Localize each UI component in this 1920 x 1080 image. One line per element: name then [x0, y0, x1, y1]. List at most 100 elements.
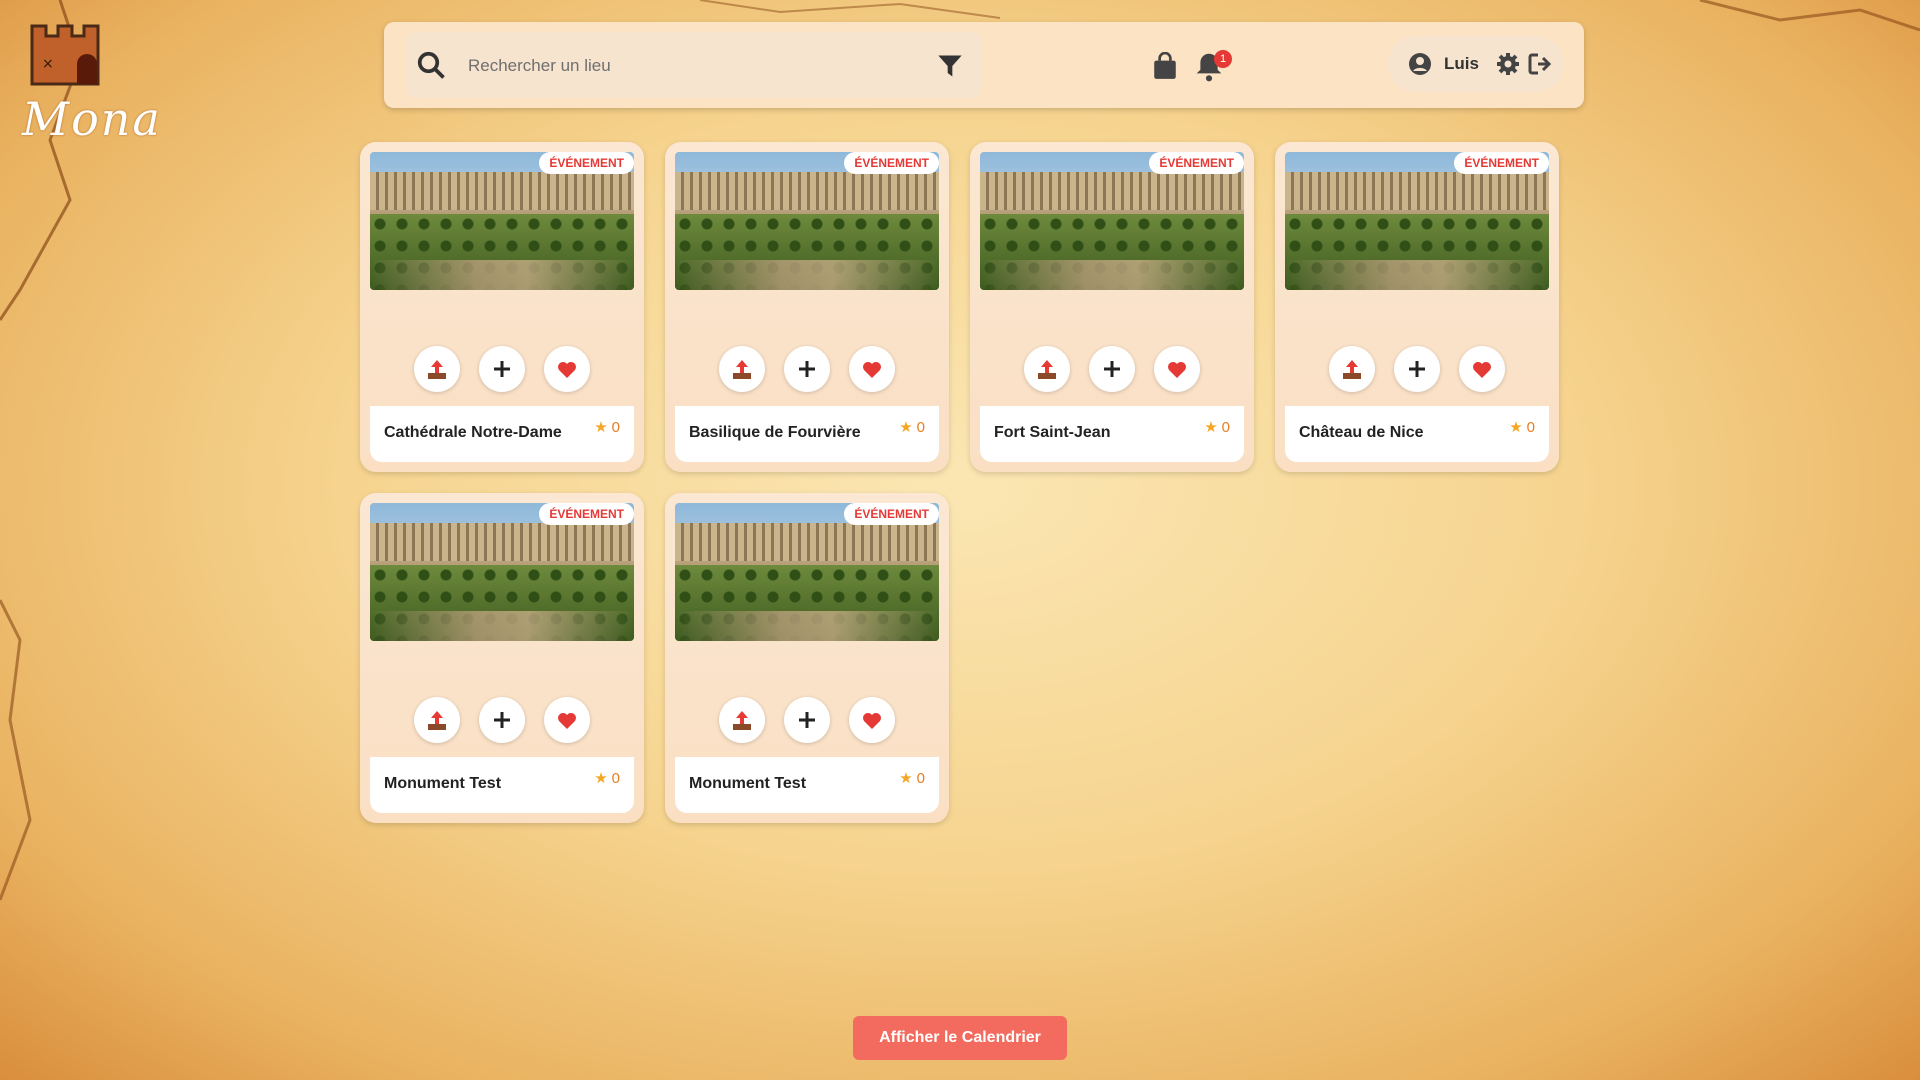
event-tag: ÉVÉNEMENT [844, 503, 939, 525]
card-info: Basilique de Fourvière ★ 0 [675, 406, 939, 462]
user-icon[interactable] [1408, 52, 1432, 76]
card-info: Monument Test ★ 0 [675, 757, 939, 813]
app-logo-text: Mona [22, 92, 162, 146]
monument-card[interactable]: ÉVÉNEMENT Cathédrale Notre-Dame ★ 0 [360, 142, 644, 472]
rating-value: 0 [1221, 419, 1230, 436]
star-icon: ★ [594, 419, 608, 436]
add-button[interactable] [784, 346, 830, 392]
event-tag: ÉVÉNEMENT [844, 152, 939, 174]
add-button[interactable] [784, 697, 830, 743]
heart-icon [863, 362, 881, 378]
upload-icon [1038, 360, 1056, 379]
favorite-button[interactable] [1154, 346, 1200, 392]
favorite-button[interactable] [544, 346, 590, 392]
event-tag: ÉVÉNEMENT [1454, 152, 1549, 174]
heart-icon [558, 713, 576, 729]
event-tag: ÉVÉNEMENT [1149, 152, 1244, 174]
heart-icon [863, 713, 881, 729]
monument-title: Château de Nice [1299, 424, 1424, 441]
header-bar: 1 Luis [384, 22, 1584, 108]
card-info: Fort Saint-Jean ★ 0 [980, 406, 1244, 462]
rating: ★ 0 [899, 769, 925, 787]
user-menu: Luis [1388, 36, 1564, 92]
monument-card[interactable]: ÉVÉNEMENT Monument Test ★ 0 [665, 493, 949, 823]
card-actions [1024, 346, 1200, 392]
card-actions [719, 346, 895, 392]
card-info: Cathédrale Notre-Dame ★ 0 [370, 406, 634, 462]
rating: ★ 0 [1204, 418, 1230, 436]
favorite-button[interactable] [1459, 346, 1505, 392]
rating-value: 0 [611, 770, 620, 787]
upload-icon [1343, 360, 1361, 379]
rating: ★ 0 [594, 418, 620, 436]
share-button[interactable] [414, 697, 460, 743]
bag-icon[interactable] [1152, 52, 1178, 80]
logout-icon[interactable] [1528, 52, 1554, 76]
show-calendar-button[interactable]: Afficher le Calendrier [853, 1016, 1067, 1060]
filter-icon[interactable] [936, 52, 964, 80]
heart-icon [1168, 362, 1186, 378]
background-crack-left [0, 0, 82, 901]
monument-title: Cathédrale Notre-Dame [384, 424, 562, 441]
heart-icon [558, 362, 576, 378]
star-icon: ★ [899, 419, 913, 436]
plus-icon [799, 712, 815, 728]
svg-text:×: × [42, 56, 54, 72]
share-button[interactable] [1024, 346, 1070, 392]
card-actions [414, 346, 590, 392]
card-info: Monument Test ★ 0 [370, 757, 634, 813]
search-icon[interactable] [416, 50, 446, 80]
share-button[interactable] [414, 346, 460, 392]
card-actions [414, 697, 590, 743]
upload-icon [733, 360, 751, 379]
monument-card[interactable]: ÉVÉNEMENT Fort Saint-Jean ★ 0 [970, 142, 1254, 472]
add-button[interactable] [1394, 346, 1440, 392]
share-button[interactable] [1329, 346, 1375, 392]
share-button[interactable] [719, 697, 765, 743]
heart-icon [1473, 362, 1491, 378]
rating: ★ 0 [594, 769, 620, 787]
monument-title: Fort Saint-Jean [994, 424, 1111, 441]
add-button[interactable] [479, 697, 525, 743]
star-icon: ★ [594, 770, 608, 787]
plus-icon [1104, 361, 1120, 377]
rating-value: 0 [611, 419, 620, 436]
add-button[interactable] [1089, 346, 1135, 392]
plus-icon [1409, 361, 1425, 377]
monument-card[interactable]: ÉVÉNEMENT Château de Nice ★ 0 [1275, 142, 1559, 472]
rating-value: 0 [916, 419, 925, 436]
add-button[interactable] [479, 346, 525, 392]
user-name[interactable]: Luis [1444, 54, 1479, 74]
favorite-button[interactable] [544, 697, 590, 743]
notification-badge: 1 [1214, 50, 1232, 68]
upload-icon [733, 711, 751, 730]
star-icon: ★ [899, 770, 913, 787]
search-box [406, 32, 982, 98]
favorite-button[interactable] [849, 697, 895, 743]
card-actions [719, 697, 895, 743]
monument-title: Monument Test [384, 775, 502, 792]
rating-value: 0 [1526, 419, 1535, 436]
rating-value: 0 [916, 770, 925, 787]
monument-card[interactable]: ÉVÉNEMENT Basilique de Fourvière ★ 0 [665, 142, 949, 472]
gear-icon[interactable] [1496, 52, 1520, 76]
plus-icon [799, 361, 815, 377]
upload-icon [428, 360, 446, 379]
search-input[interactable] [466, 50, 910, 82]
favorite-button[interactable] [849, 346, 895, 392]
upload-icon [428, 711, 446, 730]
rating: ★ 0 [899, 418, 925, 436]
star-icon: ★ [1509, 419, 1523, 436]
star-icon: ★ [1204, 419, 1218, 436]
monument-card[interactable]: ÉVÉNEMENT Monument Test ★ 0 [360, 493, 644, 823]
event-tag: ÉVÉNEMENT [539, 503, 634, 525]
card-actions [1329, 346, 1505, 392]
plus-icon [494, 361, 510, 377]
monument-title: Monument Test [689, 775, 807, 792]
monument-title: Basilique de Fourvière [689, 424, 861, 441]
rating: ★ 0 [1509, 418, 1535, 436]
event-tag: ÉVÉNEMENT [539, 152, 634, 174]
card-info: Château de Nice ★ 0 [1285, 406, 1549, 462]
plus-icon [494, 712, 510, 728]
share-button[interactable] [719, 346, 765, 392]
